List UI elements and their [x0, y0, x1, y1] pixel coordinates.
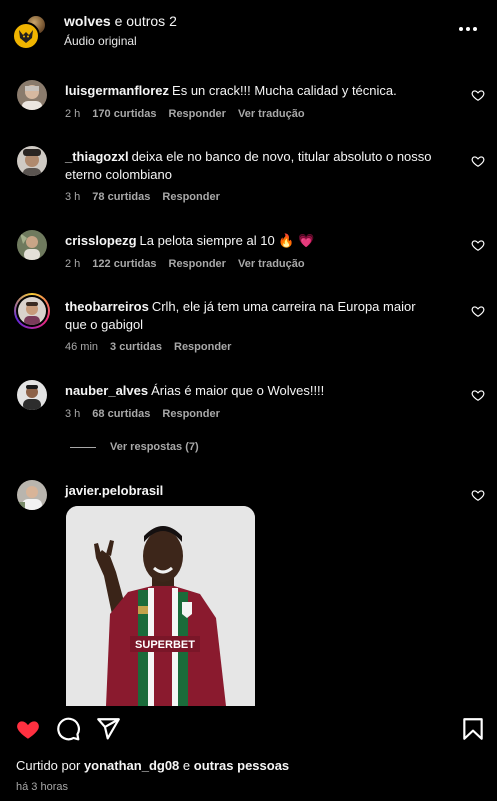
comment-text: Árias é maior que o Wolves!!!! — [151, 383, 325, 398]
action-bar — [0, 712, 497, 746]
audio-label[interactable]: Áudio original — [64, 34, 137, 48]
reply-button[interactable]: Responder — [169, 108, 226, 120]
translate-button[interactable]: Ver tradução — [238, 108, 305, 120]
comment-text: La pelota siempre al 10 🔥 💗 — [139, 233, 315, 248]
avatar[interactable] — [17, 80, 47, 110]
translate-button[interactable]: Ver tradução — [238, 258, 305, 270]
post-time: há 3 horas — [16, 781, 68, 793]
reply-button[interactable]: Responder — [174, 341, 231, 353]
comment-text-block: luisgermanflorez Es un crack!!! Mucha cal… — [65, 82, 435, 100]
comment-likes[interactable]: 78 curtidas — [92, 191, 150, 203]
more-icon[interactable] — [459, 22, 479, 36]
reply-button[interactable]: Responder — [162, 191, 219, 203]
wolves-logo-avatar — [12, 22, 40, 50]
comment-meta: 2 h 122 curtidas Responder Ver tradução — [65, 258, 305, 270]
divider — [70, 446, 96, 448]
avatar — [18, 297, 46, 325]
avatar-story-ring[interactable] — [14, 293, 50, 329]
view-replies-button[interactable]: Ver respostas (7) — [70, 441, 199, 453]
comment-username[interactable]: nauber_alves — [65, 383, 148, 398]
comment-time: 2 h — [65, 108, 81, 120]
heart-icon[interactable] — [471, 388, 485, 402]
wolf-logo-icon — [19, 30, 33, 43]
liked-by-others[interactable]: outras pessoas — [194, 758, 289, 773]
liked-by-prefix: Curtido por — [16, 758, 81, 773]
reel-header: wolves e outros 2 Áudio original — [0, 0, 497, 62]
comment-text-block: nauber_alves Árias é maior que o Wolves!!… — [65, 382, 435, 400]
header-title-user[interactable]: wolves — [64, 13, 111, 29]
heart-icon[interactable] — [471, 488, 485, 502]
heart-icon[interactable] — [471, 88, 485, 102]
avatar[interactable] — [17, 380, 47, 410]
comment-icon[interactable] — [55, 716, 81, 742]
comment-time: 3 h — [65, 408, 81, 420]
comment-text-block: crisslopezg La pelota siempre al 10 🔥 💗 — [65, 232, 435, 250]
comment-meta: 3 h 68 curtidas Responder — [65, 408, 220, 420]
avatar-stack[interactable] — [12, 14, 50, 50]
comment-likes[interactable]: 122 curtidas — [92, 258, 156, 270]
player-photo: SUPERBET — [66, 506, 255, 706]
comment-time: 46 min — [65, 341, 99, 353]
comment-username[interactable]: theobarreiros — [65, 299, 149, 314]
heart-icon[interactable] — [471, 304, 485, 318]
heart-icon[interactable] — [15, 716, 41, 742]
liked-by-conj: e — [182, 758, 191, 773]
comment-meta: 46 min 3 curtidas Responder — [65, 341, 231, 353]
reply-button[interactable]: Responder — [169, 258, 226, 270]
comment-likes[interactable]: 170 curtidas — [92, 108, 156, 120]
comment-username[interactable]: luisgermanflorez — [65, 83, 169, 98]
comment-username[interactable]: javier.pelobrasil — [65, 483, 163, 498]
comment-likes[interactable]: 3 curtidas — [110, 341, 162, 353]
comment-meta: 2 h 170 curtidas Responder Ver tradução — [65, 108, 305, 120]
reply-button[interactable]: Responder — [162, 408, 219, 420]
header-title[interactable]: wolves e outros 2 — [64, 13, 177, 29]
comment-username[interactable]: _thiagozxl — [65, 149, 129, 164]
comment-text: Es un crack!!! Mucha calidad y técnica. — [172, 83, 397, 98]
avatar[interactable] — [17, 230, 47, 260]
comment-likes[interactable]: 68 curtidas — [92, 408, 150, 420]
comment-text-block: javier.pelobrasil — [65, 482, 435, 500]
share-icon[interactable] — [95, 716, 121, 742]
comment-time: 3 h — [65, 191, 81, 203]
header-title-rest: e outros 2 — [114, 13, 177, 29]
avatar[interactable] — [17, 146, 47, 176]
view-replies-label: Ver respostas (7) — [110, 441, 199, 453]
comment-text-block: theobarreiros Crlh, ele já tem uma carrei… — [65, 298, 435, 334]
jersey-sponsor-text: SUPERBET — [135, 639, 195, 651]
heart-icon[interactable] — [471, 238, 485, 252]
liked-by-user[interactable]: yonathan_dg08 — [84, 758, 179, 773]
comment-username[interactable]: crisslopezg — [65, 233, 137, 248]
comment-time: 2 h — [65, 258, 81, 270]
avatar[interactable] — [17, 480, 47, 510]
comment-text-block: _thiagozxl deixa ele no banco de novo, ti… — [65, 148, 435, 184]
comment-photo[interactable]: SUPERBET — [66, 506, 255, 706]
save-icon[interactable] — [460, 716, 486, 742]
liked-by[interactable]: Curtido por yonathan_dg08 e outras pesso… — [16, 758, 289, 773]
comment-meta: 3 h 78 curtidas Responder — [65, 191, 220, 203]
heart-icon[interactable] — [471, 154, 485, 168]
